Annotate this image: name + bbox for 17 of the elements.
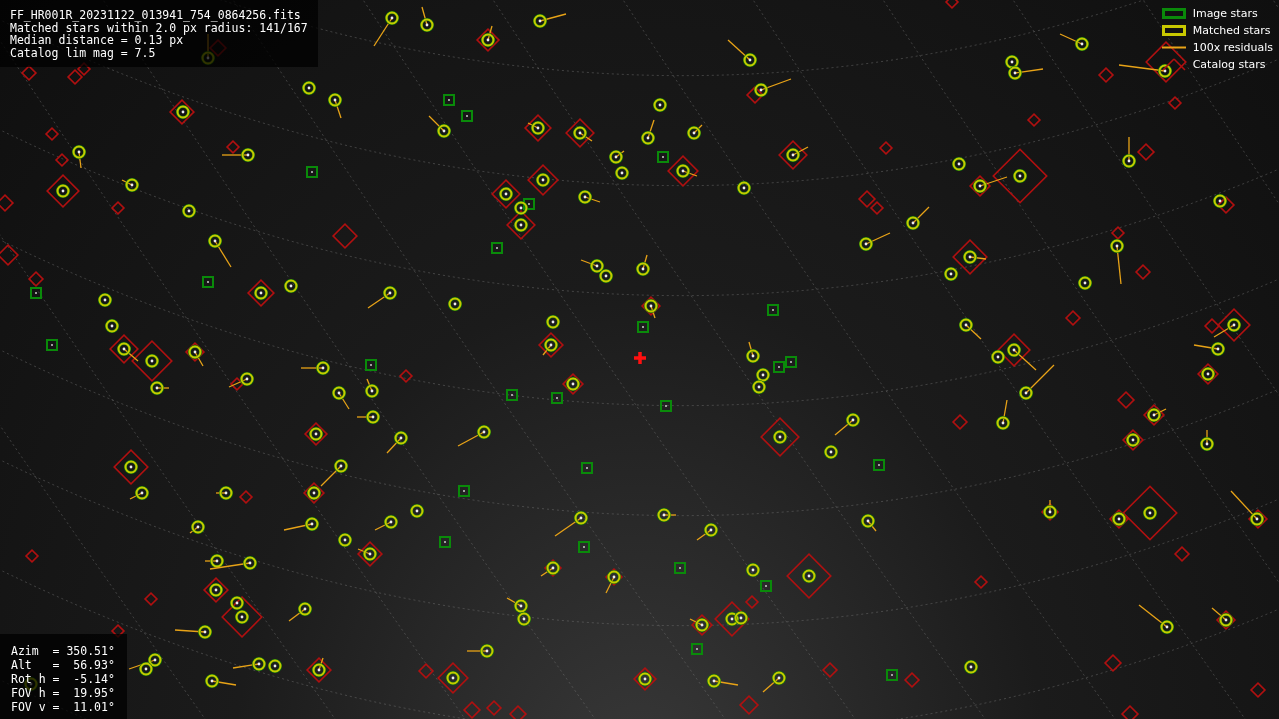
- pointing-text: FOV v = 11.01°: [11, 700, 115, 714]
- header-text: Catalog lim mag = 7.5: [10, 46, 157, 59]
- header-text: Matched stars within 2.0 px radius: 141/167: [10, 21, 308, 34]
- legend-line-icon: [1161, 46, 1186, 49]
- pointing-text: Azim = 350.51°: [11, 644, 115, 658]
- header-text: Median distance = 0.13 px: [10, 34, 184, 47]
- legend-label: Image stars: [1192, 7, 1258, 20]
- legend-label: 100x residuals: [1192, 41, 1273, 54]
- pointing-text: Rot h = -5.14°: [11, 672, 115, 686]
- legend-swatch-icon: [1161, 8, 1186, 19]
- legend-swatch-icon: [1161, 25, 1186, 36]
- legend-diamond-icon: [1161, 57, 1186, 72]
- header-text: FF_HR001R_20231122_013941_754_0864256.fits: [10, 9, 302, 22]
- pointing-text: FOV h = 19.95°: [11, 686, 115, 700]
- pointing-text: Alt = 56.93°: [11, 658, 115, 672]
- legend-label: Matched stars: [1192, 24, 1271, 37]
- legend-label: Catalog stars: [1192, 58, 1266, 71]
